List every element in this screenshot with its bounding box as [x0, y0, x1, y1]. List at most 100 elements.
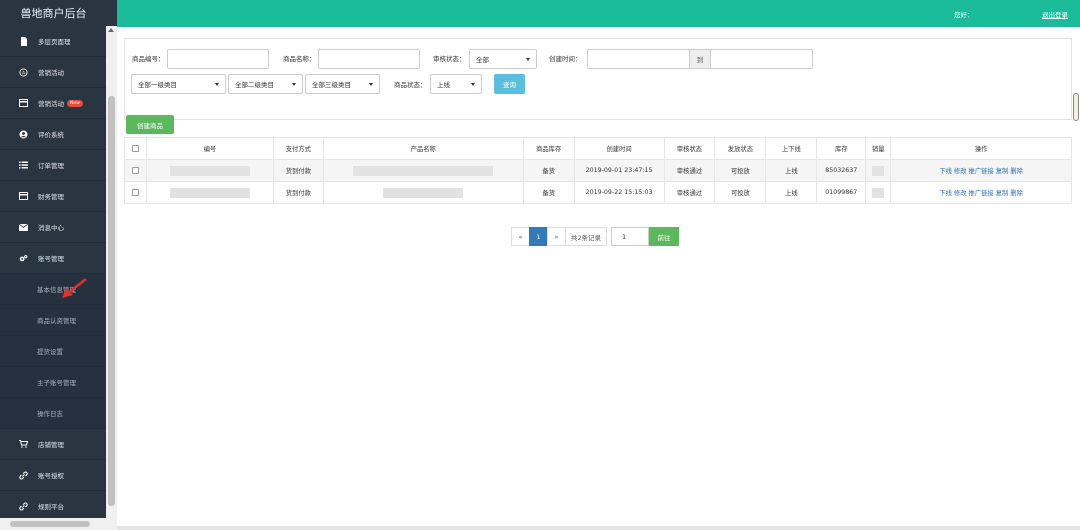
copy-link[interactable]: 复制: [996, 190, 1009, 197]
product-status-label: 商品状态：: [394, 81, 427, 89]
stock-type-cell: 备货: [522, 159, 575, 182]
row-checkbox[interactable]: [131, 166, 139, 174]
operations-cell: 下线 修改 推广链接 复制 删除: [890, 181, 1072, 204]
top-bar: 您好： 退出登录: [117, 0, 1080, 27]
product-status-value: 上线: [437, 81, 450, 89]
header-cell: 操作: [890, 137, 1072, 160]
sidebar-item-account-auth[interactable]: 账号授权: [0, 460, 106, 491]
select-all-cell[interactable]: [124, 137, 147, 160]
panel-scroll-indicator[interactable]: [1073, 93, 1079, 121]
pay-method-cell: 货到付款: [272, 159, 324, 182]
create-product-button[interactable]: 创建商品: [126, 115, 174, 134]
offline-link[interactable]: 下线: [939, 168, 952, 175]
sidebar-item-label: 多层页面理: [38, 38, 71, 46]
category-level1-select[interactable]: 全部一级类目: [131, 74, 226, 94]
sidebar-scroll-thumb[interactable]: [108, 96, 115, 506]
sidebar-item-label: 账号管理: [38, 255, 64, 263]
sidebar-hscroll-thumb[interactable]: [10, 521, 90, 527]
category-level2-select[interactable]: 全部二级类目: [228, 74, 303, 94]
filter-panel: 商品编号： 商品名称： 审核状态： 全部 创建时间： 到 全部一级类目 全部二级…: [124, 38, 1072, 120]
created-time-end-input[interactable]: [710, 49, 813, 69]
prev-page-button[interactable]: «: [511, 227, 530, 246]
product-name-label: 商品名称：: [283, 55, 316, 63]
edit-link[interactable]: 修改: [954, 168, 967, 175]
select-all-checkbox[interactable]: [131, 144, 139, 152]
audit-status-select[interactable]: 全部: [469, 49, 537, 69]
created-time-start-input[interactable]: [587, 49, 690, 69]
created-time-label: 创建时间：: [549, 55, 582, 63]
header-cell: 销量: [865, 137, 892, 160]
product-no-input[interactable]: [167, 49, 269, 69]
delete-link[interactable]: 删除: [1010, 190, 1023, 197]
sidebar-item-multi-page[interactable]: 多层页面理: [0, 26, 106, 57]
delete-link[interactable]: 删除: [1010, 168, 1023, 175]
redacted-sales: [872, 187, 885, 198]
next-page-button[interactable]: »: [547, 227, 566, 246]
sidebar-item-messages[interactable]: 消息中心: [0, 212, 106, 243]
category-level3-select[interactable]: 全部三级类目: [305, 74, 380, 94]
account-submenu: 基本信息管理 商品认资管理 提货设置 主子账号管理 操作日志: [0, 274, 106, 429]
sidebar-menu: 多层页面理 A 营销活动 营销活动 New 评价系统 订单管理 财务管理 消息中…: [0, 26, 106, 522]
sidebar-item-label: 消息中心: [38, 224, 64, 232]
link-icon: [19, 502, 28, 511]
table-row: 货到付款 备货 2019-09-01 23:47:15 审核通过 可投放 上线 …: [124, 159, 1072, 182]
sidebar-item-label: 订单管理: [38, 162, 64, 170]
sidebar-subitem-basic-info[interactable]: 基本信息管理: [0, 274, 106, 305]
created-time-cell: 2019-09-22 15:15:03: [573, 181, 665, 204]
audit-status-label: 审核状态：: [433, 55, 466, 63]
offline-link[interactable]: 下线: [939, 190, 952, 197]
app-title: 兽地商户后台: [0, 0, 117, 26]
redacted-product-no: [169, 187, 250, 198]
jump-page-input[interactable]: 1: [611, 227, 649, 246]
header-cell: 创建时间: [573, 137, 665, 160]
sidebar-item-store[interactable]: 店铺管理: [0, 429, 106, 460]
online-status-cell: 上线: [765, 159, 818, 182]
logout-link[interactable]: 退出登录: [1042, 9, 1068, 19]
scroll-up-arrow-icon[interactable]: [108, 28, 114, 32]
chevron-down-icon: [471, 82, 475, 86]
category-level2-value: 全部二级类目: [235, 81, 274, 89]
row-checkbox[interactable]: [131, 188, 139, 196]
bottom-border: [117, 526, 1080, 530]
issue-status-cell: 可投放: [714, 159, 767, 182]
range-separator: 到: [689, 49, 711, 69]
sidebar-item-finance[interactable]: 财务管理: [0, 181, 106, 212]
sidebar-subitem-qualification[interactable]: 商品认资管理: [0, 305, 106, 336]
sidebar-item-label: 店铺管理: [38, 441, 64, 449]
table-header-row: 编号 支付方式 产品名称 商品库存 创建时间 审核状态 发放状态 上下线 库存 …: [124, 137, 1072, 160]
pagination: « 1 » 共2条记录 1 前往: [511, 227, 679, 246]
sidebar-item-marketing-new[interactable]: 营销活动 New: [0, 88, 106, 119]
promo-link[interactable]: 推广链接: [969, 168, 994, 175]
sidebar-item-account[interactable]: 账号管理: [0, 243, 106, 274]
header-cell: 库存: [816, 137, 867, 160]
promo-link[interactable]: 推广链接: [969, 190, 994, 197]
chevron-down-icon: [215, 82, 219, 86]
go-button[interactable]: 前往: [649, 227, 679, 246]
search-button[interactable]: 查询: [494, 74, 525, 94]
sidebar-item-marketing[interactable]: A 营销活动: [0, 57, 106, 88]
sidebar-horizontal-scrollbar[interactable]: [0, 518, 117, 530]
edit-link[interactable]: 修改: [954, 190, 967, 197]
sidebar-item-label: 财务管理: [38, 193, 64, 201]
chevron-down-icon: [369, 82, 373, 86]
page-1-button[interactable]: 1: [529, 227, 548, 246]
redacted-product-name: [353, 165, 494, 176]
category-level3-value: 全部三级类目: [312, 81, 351, 89]
product-status-select[interactable]: 上线: [430, 74, 482, 94]
header-cell: 商品库存: [522, 137, 575, 160]
list-icon: [19, 161, 28, 170]
operations-cell: 下线 修改 推广链接 复制 删除: [890, 159, 1072, 182]
user-circle-icon: [19, 130, 28, 139]
sidebar-subitem-operation-log[interactable]: 操作日志: [0, 398, 106, 429]
redacted-product-name: [383, 187, 464, 198]
sidebar-item-reviews[interactable]: 评价系统: [0, 119, 106, 150]
sidebar-subitem-pickup-settings[interactable]: 提货设置: [0, 336, 106, 367]
audit-status-value: 全部: [476, 56, 489, 64]
redacted-product-no: [169, 165, 250, 176]
sidebar-subitem-sub-accounts[interactable]: 主子账号管理: [0, 367, 106, 398]
sidebar-item-orders[interactable]: 订单管理: [0, 150, 106, 181]
copy-link[interactable]: 复制: [996, 168, 1009, 175]
sidebar-scrollbar[interactable]: [106, 26, 117, 518]
product-name-input[interactable]: [318, 49, 420, 69]
stock-cell: 01099867: [816, 181, 867, 204]
